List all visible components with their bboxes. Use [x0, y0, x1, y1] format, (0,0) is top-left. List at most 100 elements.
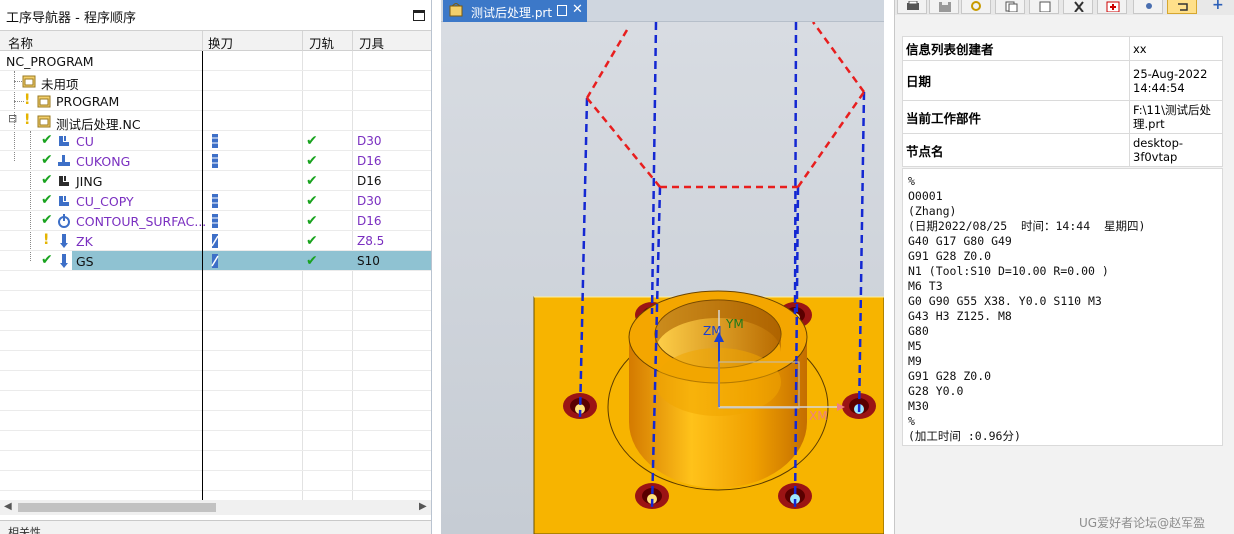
row-tool: D16	[357, 174, 382, 188]
info-row-date: 日期 25-Aug-2022 14:44:54	[902, 60, 1223, 101]
cut-icon	[1074, 1, 1084, 12]
operation-navigator: 工序导航器 - 程序顺序 名称 换刀 刀轨 刀具 NC_PROGRAM 未用项 …	[0, 0, 432, 534]
tool-change-icon	[212, 154, 218, 168]
column-header-tool-change[interactable]: 换刀	[208, 33, 233, 51]
tool-change-icon	[211, 254, 219, 268]
copy-button[interactable]	[995, 0, 1025, 14]
close-tab-icon[interactable]: ✕	[572, 2, 583, 17]
check-icon: ✔	[41, 212, 53, 228]
tree-row-contour-surface[interactable]: ✔ CONTOUR_SURFAC... ✔ D16	[0, 211, 431, 231]
path-ok-icon: ✔	[306, 133, 318, 149]
path-ok-icon: ✔	[306, 213, 318, 229]
empty-row	[0, 471, 431, 491]
tree-row-cukong[interactable]: ✔ CUKONG ✔ D16	[0, 151, 431, 171]
info-key: 当前工作部件	[902, 100, 1130, 134]
row-name: GS	[76, 254, 94, 269]
dependencies-panel-header[interactable]: 相关性	[0, 520, 431, 534]
tree-row-cu[interactable]: ✔ CU ✔ D30	[0, 131, 431, 151]
row-tool: D30	[357, 194, 382, 208]
tree-row-zk[interactable]: ! ZK ✔ Z8.5	[0, 231, 431, 251]
document-tab-bar: 测试后处理.prt ✕	[441, 0, 884, 22]
navigator-title: 工序导航器 - 程序顺序	[6, 11, 136, 26]
info-toolbar: +	[895, 0, 1234, 15]
info-row-creator: 信息列表创建者 xx	[902, 36, 1223, 61]
empty-row	[0, 271, 431, 291]
row-name: PROGRAM	[56, 94, 120, 109]
cavity-mill-icon	[59, 196, 69, 206]
pin-button[interactable]	[1133, 0, 1163, 14]
search-icon	[971, 1, 981, 11]
part-viewport[interactable]: YM ZM XM	[441, 22, 884, 534]
empty-row	[0, 351, 431, 371]
scroll-right-icon[interactable]: ▶	[419, 501, 427, 512]
save-button[interactable]	[929, 0, 959, 14]
column-header-tool[interactable]: 刀具	[359, 33, 384, 51]
axis-label-y: YM	[725, 317, 744, 331]
add-icon[interactable]: +	[1212, 0, 1224, 13]
popout-icon[interactable]	[557, 5, 567, 16]
print-button[interactable]	[897, 0, 927, 14]
program-folder-icon	[37, 95, 51, 108]
horizontal-scrollbar[interactable]: ◀ ▶	[0, 500, 431, 515]
contour-surface-icon	[58, 214, 70, 228]
empty-row	[0, 431, 431, 451]
info-key: 节点名	[902, 133, 1130, 167]
row-name: NC_PROGRAM	[6, 54, 94, 69]
tab-test-part[interactable]: 测试后处理.prt ✕	[443, 0, 587, 22]
scrollbar-thumb[interactable]	[18, 503, 216, 512]
part-file-icon	[449, 3, 463, 17]
dependencies-label: 相关性	[8, 526, 41, 534]
row-tool: D16	[357, 154, 382, 168]
row-name: CONTOUR_SURFAC...	[76, 214, 207, 229]
wrap-icon	[1178, 3, 1188, 11]
row-name: CU	[76, 134, 94, 149]
delete-icon	[1106, 1, 1120, 12]
navigator-title-bar: 工序导航器 - 程序顺序	[0, 0, 431, 30]
tree-row-unused[interactable]: 未用项	[0, 71, 431, 92]
tree-row-jing[interactable]: ✔ JING ✔ D16	[0, 171, 431, 191]
navigator-column-header: 名称 换刀 刀轨 刀具	[0, 30, 431, 52]
collapse-icon[interactable]: ⊟	[8, 112, 17, 125]
row-name: JING	[76, 174, 103, 189]
column-header-name[interactable]: 名称	[8, 33, 33, 51]
row-tool: Z8.5	[357, 234, 385, 248]
tool-change-icon	[212, 214, 218, 228]
graphics-window[interactable]: 测试后处理.prt ✕ YM ZM XM	[441, 0, 884, 534]
empty-row	[0, 371, 431, 391]
nc-code-listing[interactable]: % O0001 (Zhang) (日期2022/08/25 时间：14:44 星…	[902, 168, 1223, 446]
tool-change-icon	[211, 234, 219, 248]
delete-button[interactable]	[1097, 0, 1127, 14]
find-button[interactable]	[961, 0, 991, 14]
maximize-icon[interactable]	[413, 10, 425, 21]
scroll-left-icon[interactable]: ◀	[4, 501, 12, 512]
pin-icon	[1146, 3, 1152, 9]
column-header-path[interactable]: 刀轨	[309, 33, 334, 51]
forum-watermark: UG爱好者论坛@赵军盈	[1079, 516, 1206, 530]
tree-row-program[interactable]: ! PROGRAM	[0, 91, 431, 111]
info-value: desktop-3f0vtap	[1129, 133, 1223, 167]
empty-row	[0, 311, 431, 331]
row-tool: S10	[357, 254, 380, 268]
axis-label-x: XM	[809, 409, 828, 423]
save-icon	[939, 2, 951, 12]
row-name: CUKONG	[76, 154, 131, 169]
tree-row-cu-copy[interactable]: ✔ CU_COPY ✔ D30	[0, 191, 431, 211]
tap-icon	[60, 254, 68, 268]
tool-change-icon	[212, 134, 218, 148]
tree-row-nc-program[interactable]: NC_PROGRAM	[0, 51, 431, 71]
paste-icon	[1039, 1, 1051, 12]
tree-row-test-nc[interactable]: ⊟ ! 测试后处理.NC	[0, 111, 431, 132]
paste-button[interactable]	[1029, 0, 1059, 14]
tree-row-gs[interactable]: ✔ GS ✔ S10	[0, 251, 431, 271]
check-icon: ✔	[41, 132, 53, 148]
row-name: CU_COPY	[76, 194, 134, 209]
information-window: + 信息列表创建者 xx 日期 25-Aug-2022 14:44:54 当前工…	[894, 0, 1234, 534]
cavity-mill-icon	[59, 136, 69, 146]
cut-button[interactable]	[1063, 0, 1093, 14]
program-folder-icon	[37, 115, 51, 128]
info-value: F:\11\测试后处 理.prt	[1129, 100, 1223, 134]
path-ok-icon: ✔	[306, 173, 318, 189]
planar-mill-icon	[58, 155, 70, 166]
tool-change-icon	[212, 194, 218, 208]
wrap-button[interactable]	[1167, 0, 1197, 14]
